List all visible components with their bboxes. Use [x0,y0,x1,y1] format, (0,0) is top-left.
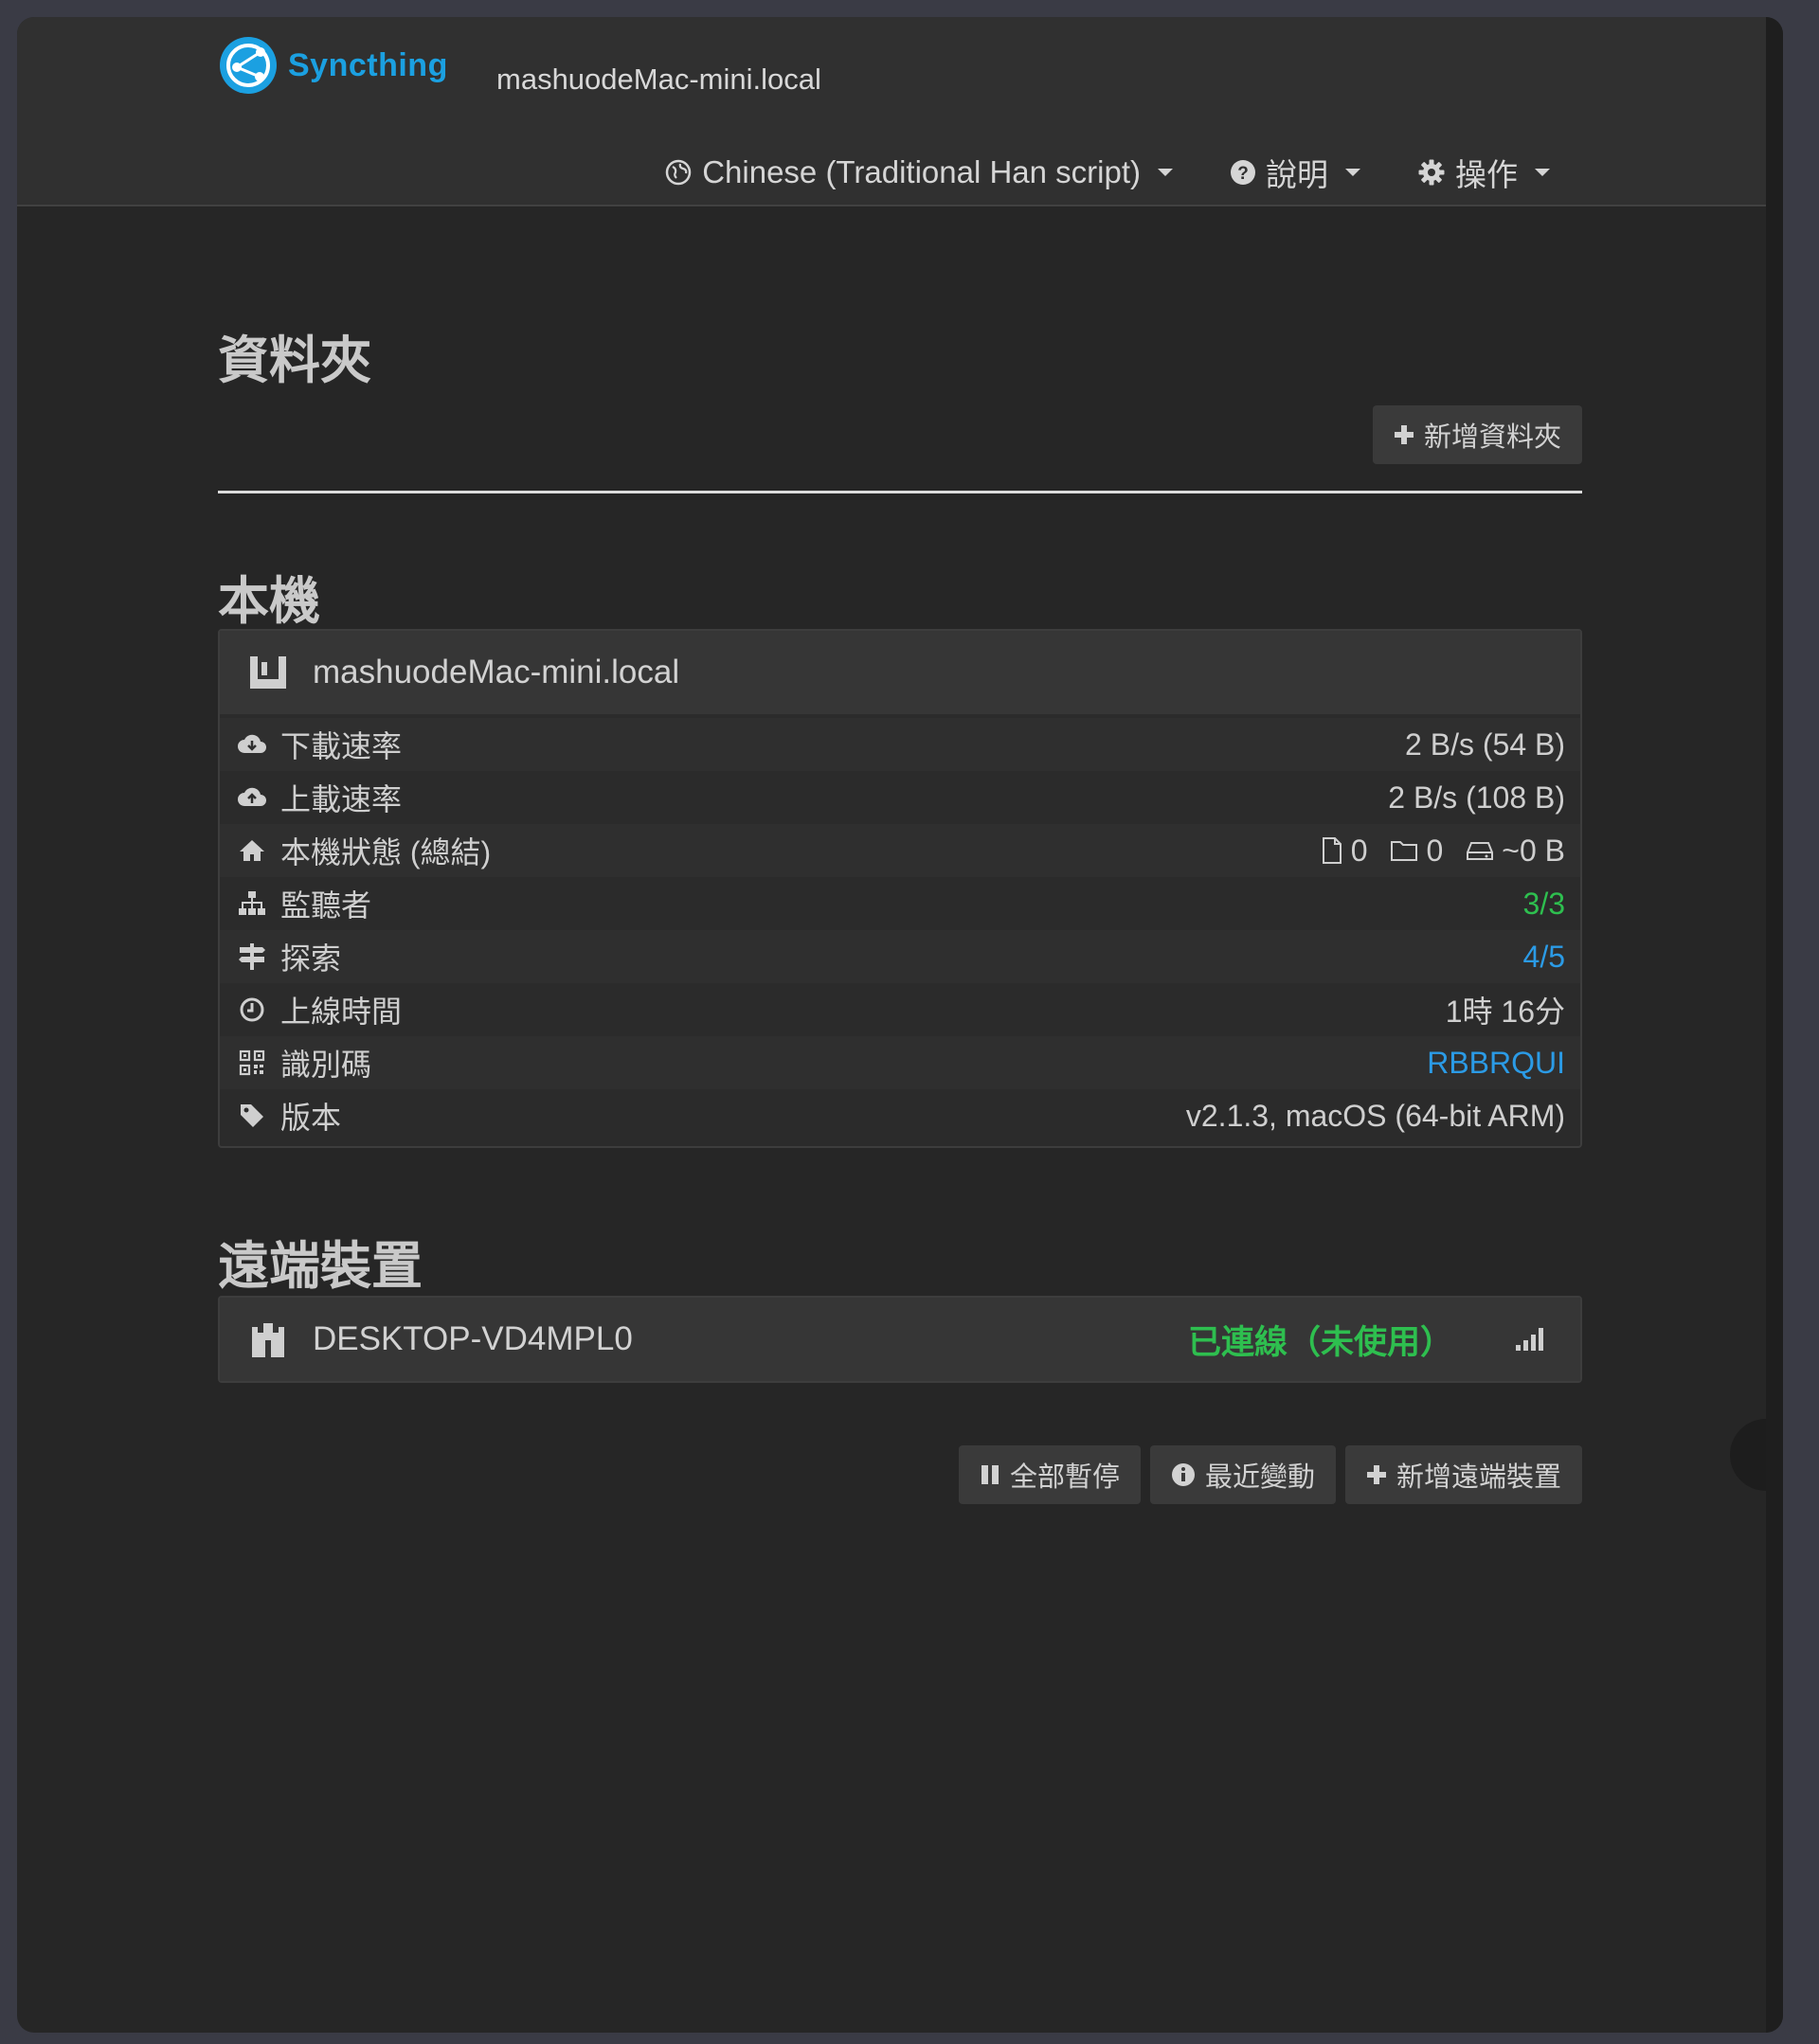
remote-devices-heading: 遠端裝置 [218,1238,423,1295]
cloud-upload-icon [238,787,266,806]
tag-icon [241,1104,263,1127]
connection-status: 已連線（未使用） [1187,1323,1453,1361]
add-remote-device-button[interactable]: 新增遠端裝置 [1344,1445,1582,1504]
uptime-row: 上線時間 1時 16分 [220,983,1580,1036]
folder-icon [1391,841,1418,861]
host-name: mashuodeMac-mini.local [496,63,821,96]
pause-icon [981,1465,999,1484]
recent-changes-label: 最近變動 [1204,1462,1315,1493]
help-menu[interactable]: ? 說明 [1230,150,1360,195]
listeners-row: 監聽者 3/3 [220,877,1580,930]
version-row: 版本 v2.1.3, macOS (64-bit ARM) [220,1089,1580,1142]
size-total: ~0 B [1502,833,1565,868]
device-identicon-icon [252,1323,284,1357]
row-label: 監聽者 [280,888,372,923]
pause-all-label: 全部暫停 [1009,1462,1120,1493]
row-label: 本機狀態 (總結) [280,835,492,870]
gear-icon [1418,159,1445,186]
home-icon [240,840,264,861]
sitemap-icon [239,891,265,915]
this-device-panel: mashuodeMac-mini.local 下載速率 2 B/s (54 B)… [218,629,1582,1148]
brand-name: Syncthing [288,46,448,83]
discovery-row: 探索 4/5 [220,930,1580,983]
hdd-icon [1467,842,1494,860]
row-label: 上載速率 [280,782,403,816]
plus-icon [1394,425,1414,444]
svg-text:?: ? [1237,164,1249,184]
navbar: Syncthing mashuodeMac-mini.local Chinese… [17,17,1783,206]
syncthing-logo-icon [220,37,277,94]
cloud-download-icon [238,734,266,753]
language-menu[interactable]: Chinese (Traditional Han script) [664,154,1173,190]
upload-rate-row: 上載速率 2 B/s (108 B) [220,771,1580,824]
add-folder-label: 新增資料夾 [1423,422,1561,453]
row-label: 上線時間 [280,995,403,1029]
language-label: Chinese (Traditional Han script) [702,154,1141,189]
chevron-down-icon [1345,169,1360,176]
brand[interactable]: Syncthing [218,32,448,99]
plus-icon [1366,1465,1386,1484]
scrollbar[interactable] [1766,17,1783,2033]
qrcode-icon [239,1049,265,1076]
globe-icon [665,159,692,186]
row-label: 識別碼 [280,1048,372,1082]
row-value[interactable]: 3/3 [1523,887,1565,922]
remote-device-panel: DESKTOP-VD4MPL0 已連線（未使用） [218,1296,1582,1383]
row-label: 下載速率 [280,729,403,763]
chevron-down-icon [1158,169,1173,176]
row-value[interactable]: 4/5 [1523,940,1565,975]
local-state-row: 本機狀態 (總結) 0 0 ~0 B [220,824,1580,877]
add-remote-device-label: 新增遠端裝置 [1396,1462,1561,1493]
info-circle-icon [1171,1463,1195,1486]
signal-strength-icon [1516,1328,1543,1351]
question-circle-icon: ? [1231,160,1255,185]
identification-row: 識別碼 RBBRQUI [220,1036,1580,1089]
section-divider [218,491,1582,493]
file-icon [1322,837,1342,864]
folders-count: 0 [1426,833,1444,868]
row-label: 探索 [280,941,342,976]
row-value: v2.1.3, macOS (64-bit ARM) [1185,1098,1565,1133]
row-value: 2 B/s (54 B) [1405,726,1565,762]
row-value: 1時 16分 [1445,995,1565,1029]
local-state-stats: 0 0 ~0 B [1321,834,1565,869]
device-id-link[interactable]: RBBRQUI [1427,1046,1565,1081]
help-label: 說明 [1266,157,1328,192]
signpost-icon [239,943,265,970]
device-actions: 全部暫停 最近變動 新增遠端裝置 [958,1445,1582,1504]
nav-menu: Chinese (Traditional Han script) ? 說明 操作 [664,150,1550,195]
this-device-stats: 下載速率 2 B/s (54 B) 上載速率 2 B/s (108 B) 本機狀… [220,714,1580,1146]
this-device-header[interactable]: mashuodeMac-mini.local [220,631,1580,714]
row-value: 2 B/s (108 B) [1388,780,1565,815]
app-window: Syncthing mashuodeMac-mini.local Chinese… [17,17,1783,2033]
remote-device-header[interactable]: DESKTOP-VD4MPL0 已連線（未使用） [220,1298,1580,1381]
device-identicon-icon [250,656,286,689]
this-device-heading: 本機 [218,573,320,630]
actions-label: 操作 [1455,157,1518,192]
folders-heading: 資料夾 [218,332,371,389]
files-count: 0 [1350,833,1368,868]
pause-all-button[interactable]: 全部暫停 [958,1445,1141,1504]
row-label: 版本 [280,1101,342,1135]
download-rate-row: 下載速率 2 B/s (54 B) [220,718,1580,771]
this-device-name: mashuodeMac-mini.local [313,654,680,690]
add-folder-button[interactable]: 新增資料夾 [1372,405,1582,464]
remote-device-name: DESKTOP-VD4MPL0 [313,1320,633,1357]
chevron-down-icon [1535,169,1550,176]
recent-changes-button[interactable]: 最近變動 [1149,1445,1336,1504]
clock-icon [240,997,264,1022]
actions-menu[interactable]: 操作 [1417,150,1550,195]
